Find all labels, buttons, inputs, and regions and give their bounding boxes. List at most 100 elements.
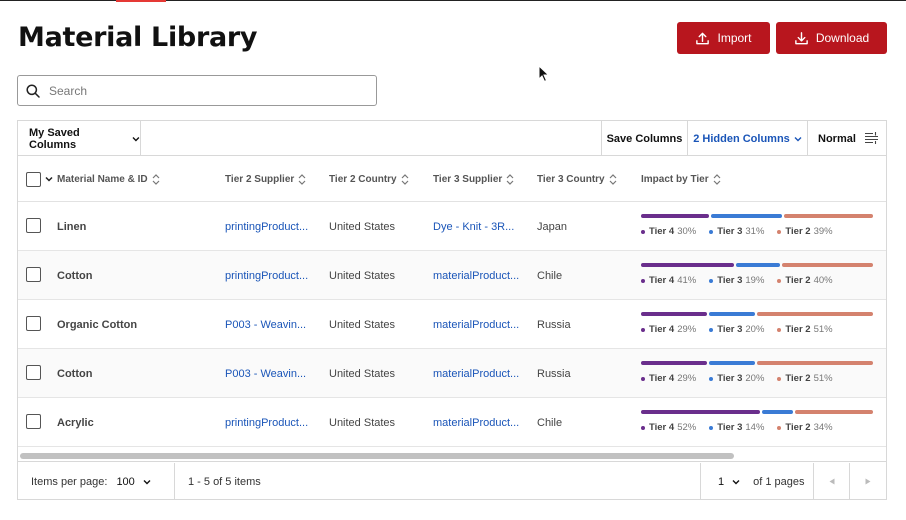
filter-lines-icon [865, 132, 878, 144]
mouse-pointer-icon [538, 65, 550, 83]
legend-item-tier2: Tier 2 51% [777, 373, 833, 384]
horizontal-scrollbar[interactable] [18, 450, 886, 462]
legend-tier-name: Tier 4 [649, 324, 675, 335]
material-name: Cotton [57, 367, 93, 380]
density-label: Normal [818, 132, 856, 145]
legend-tier-percent: 29% [677, 324, 697, 335]
table-row[interactable]: Organic Cotton P003 - Weavin... United S… [18, 300, 886, 349]
sort-icon [609, 173, 617, 185]
column-header-tier2-supplier[interactable]: Tier 2 Supplier [225, 156, 306, 202]
tier2-dot-icon [777, 278, 782, 283]
chevron-down-icon [143, 479, 151, 484]
hidden-columns-dropdown[interactable]: 2 Hidden Columns [687, 121, 807, 156]
previous-page-button[interactable] [813, 463, 849, 500]
scrollbar-thumb[interactable] [20, 453, 734, 459]
tier2-dot-icon [777, 425, 782, 430]
density-selector[interactable]: Normal [807, 121, 886, 156]
row-checkbox[interactable] [26, 267, 41, 282]
tier3-supplier-link[interactable]: materialProduct... [433, 300, 529, 349]
download-button[interactable]: Download [776, 22, 887, 54]
tier3-supplier-link[interactable]: materialProduct... [433, 251, 529, 300]
impact-legend: Tier 4 29% Tier 3 20% Tier 2 51% [641, 373, 833, 384]
select-all-control[interactable] [26, 156, 53, 202]
tier2-supplier-link[interactable]: printingProduct... [225, 251, 321, 300]
impact-by-tier: Tier 4 41% Tier 3 19% Tier 2 40% [641, 263, 875, 289]
impact-segment-tier3 [709, 361, 755, 365]
impact-legend: Tier 4 30% Tier 3 31% Tier 2 39% [641, 226, 833, 237]
page-total: of 1 pages [753, 475, 805, 488]
tier3-country: Russia [537, 367, 571, 380]
legend-item-tier2: Tier 2 34% [777, 422, 833, 433]
tier2-supplier-link[interactable]: P003 - Weavin... [225, 349, 321, 398]
tier2-supplier-link[interactable]: printingProduct... [225, 398, 321, 447]
saved-columns-dropdown[interactable]: My Saved Columns [18, 121, 141, 156]
row-checkbox[interactable] [26, 414, 41, 429]
row-checkbox[interactable] [26, 218, 41, 233]
tier2-supplier-link[interactable]: printingProduct... [225, 202, 321, 251]
search-input[interactable] [49, 83, 349, 98]
column-header-tier3-supplier[interactable]: Tier 3 Supplier [433, 156, 514, 202]
table-row[interactable]: Acrylic printingProduct... United States… [18, 398, 886, 447]
tier3-supplier-link[interactable]: Dye - Knit - 3R... [433, 202, 529, 251]
search-box[interactable] [17, 75, 377, 106]
tier2-supplier-link[interactable]: P003 - Weavin... [225, 300, 321, 349]
legend-tier-name: Tier 3 [717, 275, 743, 286]
tier2-country: United States [329, 220, 396, 233]
table-row[interactable]: Cotton P003 - Weavin... United States ma… [18, 349, 886, 398]
column-header-impact-by-tier[interactable]: Impact by Tier [641, 156, 721, 202]
table-row[interactable]: Cotton printingProduct... United States … [18, 251, 886, 300]
impact-bar [641, 214, 873, 218]
row-checkbox[interactable] [26, 316, 41, 331]
tier2-country: United States [329, 416, 396, 429]
next-page-button[interactable] [849, 463, 886, 500]
impact-segment-tier4 [641, 214, 710, 218]
impact-segment-tier4 [641, 312, 708, 316]
page-select[interactable]: 1 [718, 476, 740, 488]
row-checkbox[interactable] [26, 365, 41, 380]
items-per-page-select[interactable]: 100 [116, 476, 151, 488]
legend-tier-percent: 51% [813, 324, 833, 335]
legend-item-tier3: Tier 3 31% [709, 226, 764, 237]
table-row[interactable]: Linen printingProduct... United States D… [18, 202, 886, 251]
tier2-country: United States [329, 318, 396, 331]
column-header-material-name[interactable]: Material Name & ID [57, 156, 160, 202]
items-per-page: Items per page: 100 [18, 463, 175, 500]
column-header-label: Tier 3 Country [537, 173, 605, 185]
legend-item-tier3: Tier 3 19% [709, 275, 764, 286]
impact-segment-tier3 [711, 214, 783, 218]
tier3-supplier-link[interactable]: materialProduct... [433, 349, 529, 398]
legend-item-tier4: Tier 4 30% [641, 226, 696, 237]
top-accent-bar [116, 0, 166, 2]
impact-segment-tier2 [795, 410, 873, 414]
tier2-dot-icon [777, 229, 782, 234]
legend-item-tier4: Tier 4 29% [641, 373, 696, 384]
impact-bar [641, 263, 873, 267]
material-name: Linen [57, 220, 87, 233]
chevron-down-icon[interactable] [45, 176, 53, 182]
impact-bar [641, 410, 873, 414]
sort-icon [713, 173, 721, 185]
tier2-dot-icon [777, 376, 782, 381]
select-all-checkbox[interactable] [26, 171, 41, 187]
legend-item-tier3: Tier 3 14% [709, 422, 764, 433]
legend-tier-name: Tier 4 [649, 275, 675, 286]
impact-by-tier: Tier 4 52% Tier 3 14% Tier 2 34% [641, 410, 875, 436]
legend-tier-name: Tier 2 [785, 373, 811, 384]
material-table: My Saved Columns Save Columns 2 Hidden C… [17, 120, 887, 500]
legend-tier-name: Tier 3 [717, 373, 743, 384]
impact-legend: Tier 4 29% Tier 3 20% Tier 2 51% [641, 324, 833, 335]
legend-tier-percent: 40% [813, 275, 833, 286]
tier3-supplier-link[interactable]: materialProduct... [433, 398, 529, 447]
legend-tier-percent: 31% [745, 226, 765, 237]
impact-bar [641, 312, 873, 316]
impact-by-tier: Tier 4 29% Tier 3 20% Tier 2 51% [641, 361, 875, 387]
legend-item-tier2: Tier 2 51% [777, 324, 833, 335]
legend-item-tier4: Tier 4 29% [641, 324, 696, 335]
import-button[interactable]: Import [677, 22, 770, 54]
sort-icon [401, 173, 409, 185]
column-header-tier2-country[interactable]: Tier 2 Country [329, 156, 409, 202]
column-header-tier3-country[interactable]: Tier 3 Country [537, 156, 617, 202]
search-icon [26, 83, 40, 98]
save-columns-button[interactable]: Save Columns [601, 121, 687, 156]
page-title: Material Library [18, 22, 258, 53]
